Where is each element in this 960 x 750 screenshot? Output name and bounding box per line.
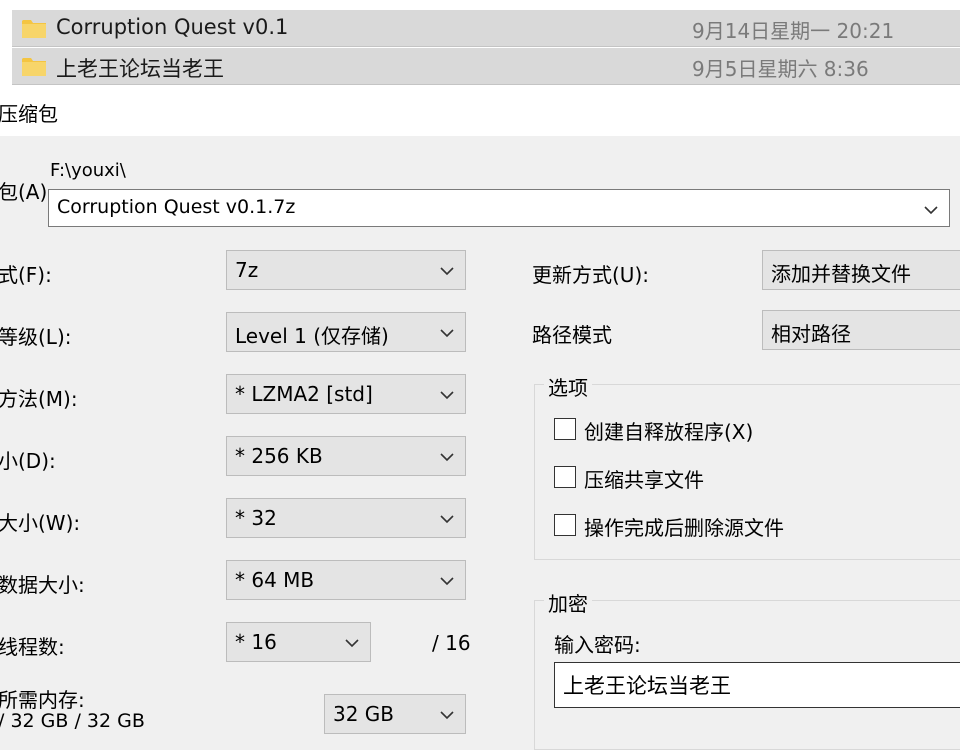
chevron-down-icon xyxy=(440,515,454,524)
dictionary-label: 小(D): xyxy=(0,449,56,473)
solid-block-value: * 64 MB xyxy=(235,568,315,592)
update-mode-value: 添加并替换文件 xyxy=(771,262,911,286)
sfx-label: 创建自释放程序(X) xyxy=(584,420,754,444)
delete-after-checkbox[interactable] xyxy=(554,514,576,536)
file-row[interactable]: 上老王论坛当老王 9月5日星期六 8:36 xyxy=(12,48,960,85)
chevron-down-icon xyxy=(440,577,454,586)
dictionary-select[interactable]: * 256 KB xyxy=(226,436,466,476)
add-to-archive-dialog: 压缩包 包(A) F:\youxi\ Corruption Quest v0.1… xyxy=(0,88,960,750)
shared-files-checkbox[interactable] xyxy=(554,466,576,488)
format-value: 7z xyxy=(235,258,259,282)
chevron-down-icon xyxy=(440,453,454,462)
memory-value: 32 GB xyxy=(333,702,395,726)
archive-path: F:\youxi\ xyxy=(50,160,126,181)
chevron-down-icon[interactable] xyxy=(923,202,939,218)
dialog-title: 压缩包 xyxy=(0,102,58,126)
password-input[interactable] xyxy=(554,662,960,708)
update-mode-label: 更新方式(U): xyxy=(532,263,649,287)
word-size-value: * 32 xyxy=(235,506,277,530)
path-mode-select[interactable]: 相对路径 xyxy=(762,310,960,350)
file-name: 上老王论坛当老王 xyxy=(56,57,224,81)
delete-after-label: 操作完成后删除源文件 xyxy=(584,516,784,540)
file-date: 9月5日星期六 8:36 xyxy=(692,57,869,81)
level-label: 等级(L): xyxy=(0,325,72,349)
memory-select[interactable]: 32 GB xyxy=(324,694,466,734)
level-select[interactable]: Level 1 (仅存储) xyxy=(226,312,466,352)
word-size-label: 大小(W): xyxy=(0,511,81,535)
dialog-titlebar[interactable]: 压缩包 xyxy=(0,88,960,136)
file-row[interactable]: Corruption Quest v0.1 9月14日星期一 20:21 xyxy=(12,10,960,47)
folder-icon xyxy=(22,20,46,38)
threads-select[interactable]: * 16 xyxy=(226,622,371,662)
encryption-group-title: 加密 xyxy=(544,588,592,617)
file-name: Corruption Quest v0.1 xyxy=(56,15,289,39)
threads-max: / 16 xyxy=(432,631,471,655)
archive-label: 包(A) xyxy=(0,180,48,204)
chevron-down-icon xyxy=(440,267,454,276)
level-value: Level 1 (仅存储) xyxy=(235,324,389,348)
path-mode-value: 相对路径 xyxy=(771,322,851,346)
method-value: * LZMA2 [std] xyxy=(235,382,373,406)
threads-label: 线程数: xyxy=(0,635,65,659)
file-date: 9月14日星期一 20:21 xyxy=(692,19,895,43)
method-select[interactable]: * LZMA2 [std] xyxy=(226,374,466,414)
archive-name-value: Corruption Quest v0.1.7z xyxy=(57,196,296,218)
chevron-down-icon xyxy=(440,711,454,720)
folder-icon xyxy=(22,58,46,76)
archive-name-combobox[interactable]: Corruption Quest v0.1.7z xyxy=(48,189,950,227)
word-size-select[interactable]: * 32 xyxy=(226,498,466,538)
password-label: 输入密码: xyxy=(554,633,641,657)
memory-detail: / 32 GB / 32 GB xyxy=(0,710,145,732)
solid-block-select[interactable]: * 64 MB xyxy=(226,560,466,600)
format-label: 式(F): xyxy=(0,263,52,287)
chevron-down-icon xyxy=(345,639,359,648)
threads-value: * 16 xyxy=(235,630,277,654)
format-select[interactable]: 7z xyxy=(226,250,466,290)
update-mode-select[interactable]: 添加并替换文件 xyxy=(762,250,960,290)
file-explorer-list: Corruption Quest v0.1 9月14日星期一 20:21 上老王… xyxy=(0,0,960,88)
path-mode-label: 路径模式 xyxy=(532,323,612,347)
method-label: 方法(M): xyxy=(0,387,78,411)
solid-block-label: 数据大小: xyxy=(0,573,85,597)
dictionary-value: * 256 KB xyxy=(235,444,323,468)
shared-files-label: 压缩共享文件 xyxy=(584,468,704,492)
chevron-down-icon xyxy=(440,391,454,400)
sfx-checkbox[interactable] xyxy=(554,418,576,440)
options-group-title: 选项 xyxy=(544,372,592,401)
memory-label: 所需内存: xyxy=(0,688,85,712)
chevron-down-icon xyxy=(440,329,454,338)
